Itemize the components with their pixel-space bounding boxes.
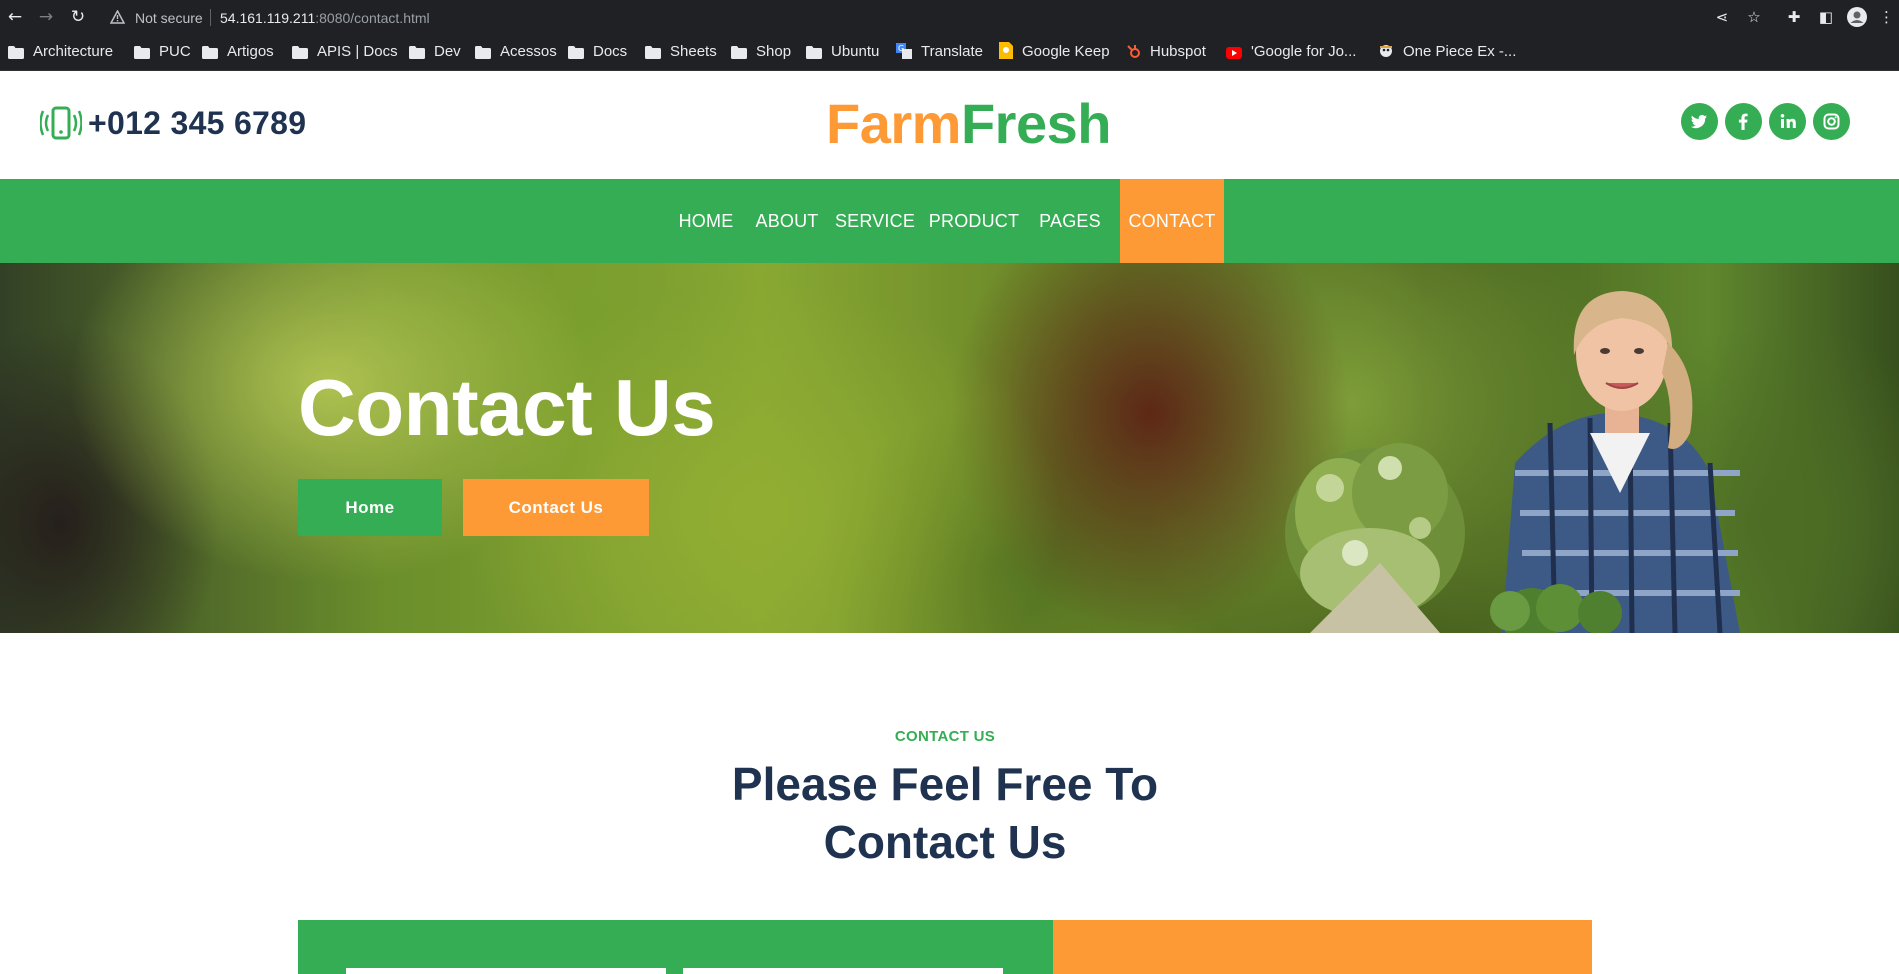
facebook-icon[interactable] (1725, 103, 1762, 140)
bookmark-label: Shop (756, 43, 792, 60)
side-panel-icon[interactable]: ◧ (1816, 7, 1836, 27)
logo-fresh: Fresh (960, 92, 1112, 155)
bookmark-item[interactable]: One Piece Ex -... (1378, 42, 1516, 62)
folder-icon (475, 45, 491, 65)
nav-service[interactable]: SERVICE (834, 179, 916, 263)
folder-icon (409, 45, 425, 65)
logo-farm: Farm (826, 92, 961, 155)
address-bar[interactable]: Not secure 54.161.119.211:8080/contact.h… (98, 3, 1738, 32)
bookmark-label: Google Keep (1022, 43, 1110, 60)
name-field[interactable] (346, 968, 666, 974)
bookmark-item[interactable]: Sheets (645, 42, 717, 62)
bookmark-item[interactable]: PUC (134, 42, 191, 62)
bookmark-label: One Piece Ex -... (1403, 43, 1517, 60)
bookmark-item[interactable]: G Translate (896, 42, 983, 62)
youtube-icon (1226, 45, 1242, 65)
folder-icon (645, 45, 661, 65)
hubspot-icon (1125, 43, 1141, 65)
nav-pages[interactable]: PAGES (1034, 179, 1106, 307)
folder-icon (8, 45, 24, 65)
menu-icon[interactable]: ⋮ (1879, 7, 1894, 27)
bookmark-label: Artigos (227, 43, 274, 60)
profile-icon[interactable] (1847, 7, 1867, 27)
url-divider (210, 9, 211, 26)
section-tag: CONTACT US (894, 728, 996, 745)
section-title: Please Feel Free To Contact Us (731, 758, 1159, 868)
bookmark-item[interactable]: Artigos (202, 42, 274, 62)
forward-icon[interactable]: → (35, 6, 57, 28)
folder-icon (568, 45, 584, 65)
phone-contact: +012 345 6789 (40, 103, 306, 143)
contact-form-panel (298, 920, 1053, 974)
contact-info-panel (1053, 920, 1592, 974)
nav-pages-label: PAGES (1039, 211, 1101, 231)
keep-icon (999, 42, 1013, 65)
warning-icon (110, 10, 125, 24)
linkedin-icon[interactable] (1769, 103, 1806, 140)
url-host: 54.161.119.211 (220, 10, 316, 26)
site-logo[interactable]: FarmFresh (826, 91, 1111, 157)
bookmark-label: Ubuntu (831, 43, 880, 60)
star-icon[interactable]: ☆ (1744, 7, 1764, 27)
bookmark-label: Acessos (500, 43, 557, 60)
url-path: :8080/contact.html (315, 10, 430, 26)
twitter-icon[interactable] (1681, 103, 1718, 140)
bookmark-label: Sheets (670, 43, 717, 60)
instagram-icon[interactable] (1813, 103, 1850, 140)
farmer-woman-image (1285, 291, 1740, 633)
bookmark-item[interactable]: 'Google for Jo... (1226, 42, 1356, 62)
bookmark-item[interactable]: Shop (731, 42, 791, 62)
bookmark-item[interactable]: Ubuntu (806, 42, 879, 62)
phone-vibrate-icon (40, 106, 82, 140)
page-hero: Contact Us Home Contact Us (0, 263, 1899, 633)
bookmark-item[interactable]: Google Keep (999, 42, 1110, 62)
folder-icon (202, 45, 218, 65)
translate-icon: G (896, 43, 912, 65)
bookmark-label: Dev (434, 43, 461, 60)
bookmark-item[interactable]: APIS | Docs (292, 42, 398, 62)
bookmark-item[interactable]: Architecture (8, 42, 113, 62)
nav-product[interactable]: PRODUCT (928, 179, 1020, 263)
onepiece-icon (1378, 43, 1394, 65)
bookmark-label: APIS | Docs (317, 43, 398, 60)
nav-contact[interactable]: CONTACT (1120, 179, 1224, 263)
url-text[interactable]: 54.161.119.211:8080/contact.html (220, 10, 430, 26)
main-nav: HOME ABOUT SERVICE PRODUCT PAGES CONTACT (0, 179, 1899, 307)
email-field[interactable] (683, 968, 1003, 974)
security-label[interactable]: Not secure (135, 10, 203, 26)
site-header: +012 345 6789 FarmFresh (0, 71, 1899, 179)
hero-title: Contact Us (298, 363, 716, 452)
bookmark-label: 'Google for Jo... (1251, 43, 1357, 60)
bookmark-label: Docs (593, 43, 628, 60)
back-icon[interactable]: ← (4, 6, 26, 28)
breadcrumb-home-button[interactable]: Home (298, 479, 442, 536)
reload-icon[interactable]: ↻ (67, 6, 89, 28)
bookmark-item[interactable]: Acessos (475, 42, 557, 62)
folder-icon (134, 45, 150, 65)
extensions-icon[interactable]: ✚ (1784, 7, 1804, 27)
svg-text:G: G (898, 44, 904, 53)
bookmark-label: PUC (159, 43, 191, 60)
bookmark-item[interactable]: Hubspot (1125, 42, 1206, 62)
parsley-image (1285, 443, 1465, 633)
nav-about[interactable]: ABOUT (752, 179, 822, 263)
folder-icon (806, 45, 822, 65)
phone-number: +012 345 6789 (88, 104, 307, 141)
folder-icon (731, 45, 747, 65)
bookmark-item[interactable]: Docs (568, 42, 627, 62)
bookmark-item[interactable]: Dev (409, 42, 461, 62)
breadcrumb-current-button[interactable]: Contact Us (463, 479, 649, 536)
bookmark-label: Architecture (33, 43, 114, 60)
folder-icon (292, 45, 308, 65)
bookmark-label: Translate (921, 43, 983, 60)
nav-home[interactable]: HOME (670, 179, 742, 263)
share-icon[interactable]: ⋖ (1712, 7, 1732, 27)
bookmark-label: Hubspot (1150, 43, 1206, 60)
bookmarks-bar: Architecture PUC Artigos APIS | Docs Dev Aces… (0, 35, 1899, 71)
browser-toolbar: ← → ↻ Not secure 54.161.119.211:8080/con… (0, 0, 1899, 35)
